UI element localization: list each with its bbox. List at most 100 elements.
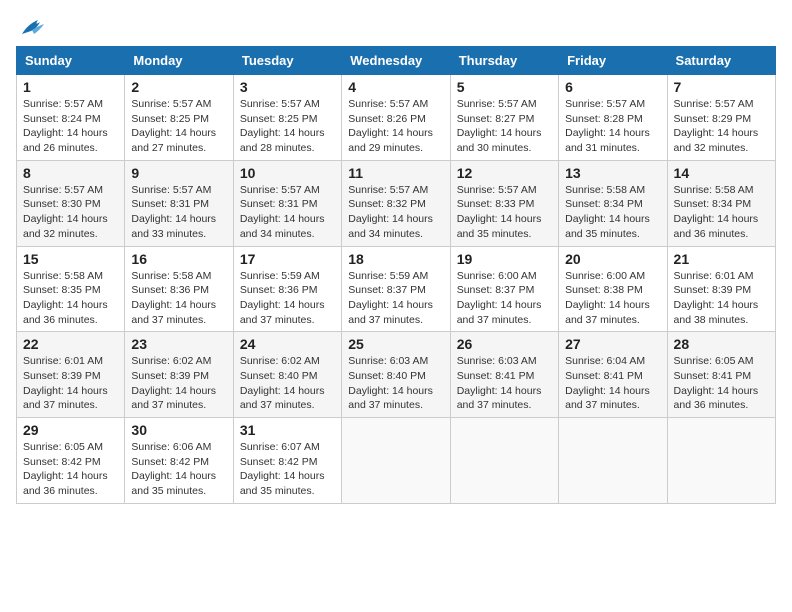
cell-info: Sunrise: 5:58 AMSunset: 8:34 PMDaylight:… — [565, 184, 650, 240]
cell-info: Sunrise: 5:57 AMSunset: 8:25 PMDaylight:… — [131, 98, 216, 154]
cell-info: Sunrise: 5:58 AMSunset: 8:36 PMDaylight:… — [131, 270, 216, 326]
day-number: 11 — [348, 165, 443, 181]
calendar-cell: 8 Sunrise: 5:57 AMSunset: 8:30 PMDaylight… — [17, 160, 125, 246]
day-number: 22 — [23, 336, 118, 352]
cell-info: Sunrise: 5:59 AMSunset: 8:37 PMDaylight:… — [348, 270, 433, 326]
week-row-4: 22Sunrise: 6:01 AMSunset: 8:39 PMDayligh… — [17, 332, 776, 418]
calendar-cell: 16 Sunrise: 5:58 AMSunset: 8:36 PMDayligh… — [125, 246, 233, 332]
cell-info: Sunrise: 5:57 AMSunset: 8:30 PMDaylight:… — [23, 184, 108, 240]
calendar-cell — [342, 418, 450, 504]
cell-info: Sunrise: 5:57 AMSunset: 8:29 PMDaylight:… — [674, 98, 759, 154]
day-number: 23 — [131, 336, 226, 352]
week-row-5: 29 Sunrise: 6:05 AMSunset: 8:42 PMDayligh… — [17, 418, 776, 504]
cell-info: Sunrise: 5:57 AMSunset: 8:31 PMDaylight:… — [240, 184, 325, 240]
day-number: 28 — [674, 336, 769, 352]
day-number: 14 — [674, 165, 769, 181]
day-number: 30 — [131, 422, 226, 438]
cell-info: Sunrise: 6:03 AMSunset: 8:41 PMDaylight:… — [457, 355, 542, 411]
column-header-thursday: Thursday — [450, 47, 558, 75]
week-row-2: 8 Sunrise: 5:57 AMSunset: 8:30 PMDaylight… — [17, 160, 776, 246]
calendar-cell: 6 Sunrise: 5:57 AMSunset: 8:28 PMDaylight… — [559, 75, 667, 161]
column-header-sunday: Sunday — [17, 47, 125, 75]
cell-info: Sunrise: 6:04 AMSunset: 8:41 PMDaylight:… — [565, 355, 650, 411]
day-number: 5 — [457, 79, 552, 95]
logo-bird-icon — [18, 16, 46, 38]
calendar-cell: 21 Sunrise: 6:01 AMSunset: 8:39 PMDayligh… — [667, 246, 775, 332]
calendar-cell: 17Sunrise: 5:59 AMSunset: 8:36 PMDayligh… — [233, 246, 341, 332]
cell-info: Sunrise: 6:03 AMSunset: 8:40 PMDaylight:… — [348, 355, 433, 411]
calendar-cell: 1 Sunrise: 5:57 AMSunset: 8:24 PMDaylight… — [17, 75, 125, 161]
calendar-table: SundayMondayTuesdayWednesdayThursdayFrid… — [16, 46, 776, 504]
page-header — [16, 16, 776, 38]
day-number: 2 — [131, 79, 226, 95]
day-number: 16 — [131, 251, 226, 267]
day-number: 18 — [348, 251, 443, 267]
cell-info: Sunrise: 5:57 AMSunset: 8:32 PMDaylight:… — [348, 184, 433, 240]
column-header-tuesday: Tuesday — [233, 47, 341, 75]
cell-info: Sunrise: 6:06 AMSunset: 8:42 PMDaylight:… — [131, 441, 216, 497]
day-number: 8 — [23, 165, 118, 181]
cell-info: Sunrise: 6:02 AMSunset: 8:39 PMDaylight:… — [131, 355, 216, 411]
calendar-cell: 18 Sunrise: 5:59 AMSunset: 8:37 PMDayligh… — [342, 246, 450, 332]
calendar-cell: 11 Sunrise: 5:57 AMSunset: 8:32 PMDayligh… — [342, 160, 450, 246]
calendar-cell: 4 Sunrise: 5:57 AMSunset: 8:26 PMDaylight… — [342, 75, 450, 161]
cell-info: Sunrise: 5:57 AMSunset: 8:31 PMDaylight:… — [131, 184, 216, 240]
column-header-friday: Friday — [559, 47, 667, 75]
day-number: 9 — [131, 165, 226, 181]
day-number: 27 — [565, 336, 660, 352]
cell-info: Sunrise: 5:57 AMSunset: 8:26 PMDaylight:… — [348, 98, 433, 154]
calendar-cell: 7Sunrise: 5:57 AMSunset: 8:29 PMDaylight… — [667, 75, 775, 161]
day-number: 15 — [23, 251, 118, 267]
cell-info: Sunrise: 5:57 AMSunset: 8:24 PMDaylight:… — [23, 98, 108, 154]
cell-info: Sunrise: 6:05 AMSunset: 8:41 PMDaylight:… — [674, 355, 759, 411]
day-number: 10 — [240, 165, 335, 181]
calendar-cell: 15 Sunrise: 5:58 AMSunset: 8:35 PMDayligh… — [17, 246, 125, 332]
calendar-cell: 12 Sunrise: 5:57 AMSunset: 8:33 PMDayligh… — [450, 160, 558, 246]
calendar-cell: 22Sunrise: 6:01 AMSunset: 8:39 PMDayligh… — [17, 332, 125, 418]
calendar-cell: 9 Sunrise: 5:57 AMSunset: 8:31 PMDaylight… — [125, 160, 233, 246]
day-number: 6 — [565, 79, 660, 95]
day-number: 19 — [457, 251, 552, 267]
calendar-cell: 31 Sunrise: 6:07 AMSunset: 8:42 PMDayligh… — [233, 418, 341, 504]
header-row: SundayMondayTuesdayWednesdayThursdayFrid… — [17, 47, 776, 75]
calendar-cell: 29 Sunrise: 6:05 AMSunset: 8:42 PMDayligh… — [17, 418, 125, 504]
cell-info: Sunrise: 5:57 AMSunset: 8:25 PMDaylight:… — [240, 98, 325, 154]
calendar-cell: 25Sunrise: 6:03 AMSunset: 8:40 PMDayligh… — [342, 332, 450, 418]
day-number: 13 — [565, 165, 660, 181]
column-header-wednesday: Wednesday — [342, 47, 450, 75]
week-row-3: 15 Sunrise: 5:58 AMSunset: 8:35 PMDayligh… — [17, 246, 776, 332]
cell-info: Sunrise: 5:57 AMSunset: 8:27 PMDaylight:… — [457, 98, 542, 154]
day-number: 21 — [674, 251, 769, 267]
day-number: 4 — [348, 79, 443, 95]
cell-info: Sunrise: 5:57 AMSunset: 8:28 PMDaylight:… — [565, 98, 650, 154]
calendar-cell: 10 Sunrise: 5:57 AMSunset: 8:31 PMDayligh… — [233, 160, 341, 246]
calendar-cell: 20Sunrise: 6:00 AMSunset: 8:38 PMDayligh… — [559, 246, 667, 332]
calendar-cell — [450, 418, 558, 504]
cell-info: Sunrise: 6:05 AMSunset: 8:42 PMDaylight:… — [23, 441, 108, 497]
day-number: 1 — [23, 79, 118, 95]
calendar-cell: 3 Sunrise: 5:57 AMSunset: 8:25 PMDaylight… — [233, 75, 341, 161]
cell-info: Sunrise: 6:00 AMSunset: 8:37 PMDaylight:… — [457, 270, 542, 326]
calendar-cell: 5 Sunrise: 5:57 AMSunset: 8:27 PMDaylight… — [450, 75, 558, 161]
calendar-cell: 27 Sunrise: 6:04 AMSunset: 8:41 PMDayligh… — [559, 332, 667, 418]
day-number: 29 — [23, 422, 118, 438]
cell-info: Sunrise: 5:58 AMSunset: 8:35 PMDaylight:… — [23, 270, 108, 326]
calendar-cell: 19 Sunrise: 6:00 AMSunset: 8:37 PMDayligh… — [450, 246, 558, 332]
calendar-cell: 14 Sunrise: 5:58 AMSunset: 8:34 PMDayligh… — [667, 160, 775, 246]
day-number: 24 — [240, 336, 335, 352]
calendar-cell: 2 Sunrise: 5:57 AMSunset: 8:25 PMDaylight… — [125, 75, 233, 161]
cell-info: Sunrise: 5:57 AMSunset: 8:33 PMDaylight:… — [457, 184, 542, 240]
day-number: 31 — [240, 422, 335, 438]
day-number: 17 — [240, 251, 335, 267]
day-number: 26 — [457, 336, 552, 352]
calendar-cell: 24Sunrise: 6:02 AMSunset: 8:40 PMDayligh… — [233, 332, 341, 418]
logo — [16, 16, 46, 38]
day-number: 12 — [457, 165, 552, 181]
cell-info: Sunrise: 6:01 AMSunset: 8:39 PMDaylight:… — [674, 270, 759, 326]
day-number: 3 — [240, 79, 335, 95]
column-header-monday: Monday — [125, 47, 233, 75]
cell-info: Sunrise: 6:07 AMSunset: 8:42 PMDaylight:… — [240, 441, 325, 497]
cell-info: Sunrise: 6:00 AMSunset: 8:38 PMDaylight:… — [565, 270, 650, 326]
cell-info: Sunrise: 5:58 AMSunset: 8:34 PMDaylight:… — [674, 184, 759, 240]
calendar-cell: 30 Sunrise: 6:06 AMSunset: 8:42 PMDayligh… — [125, 418, 233, 504]
